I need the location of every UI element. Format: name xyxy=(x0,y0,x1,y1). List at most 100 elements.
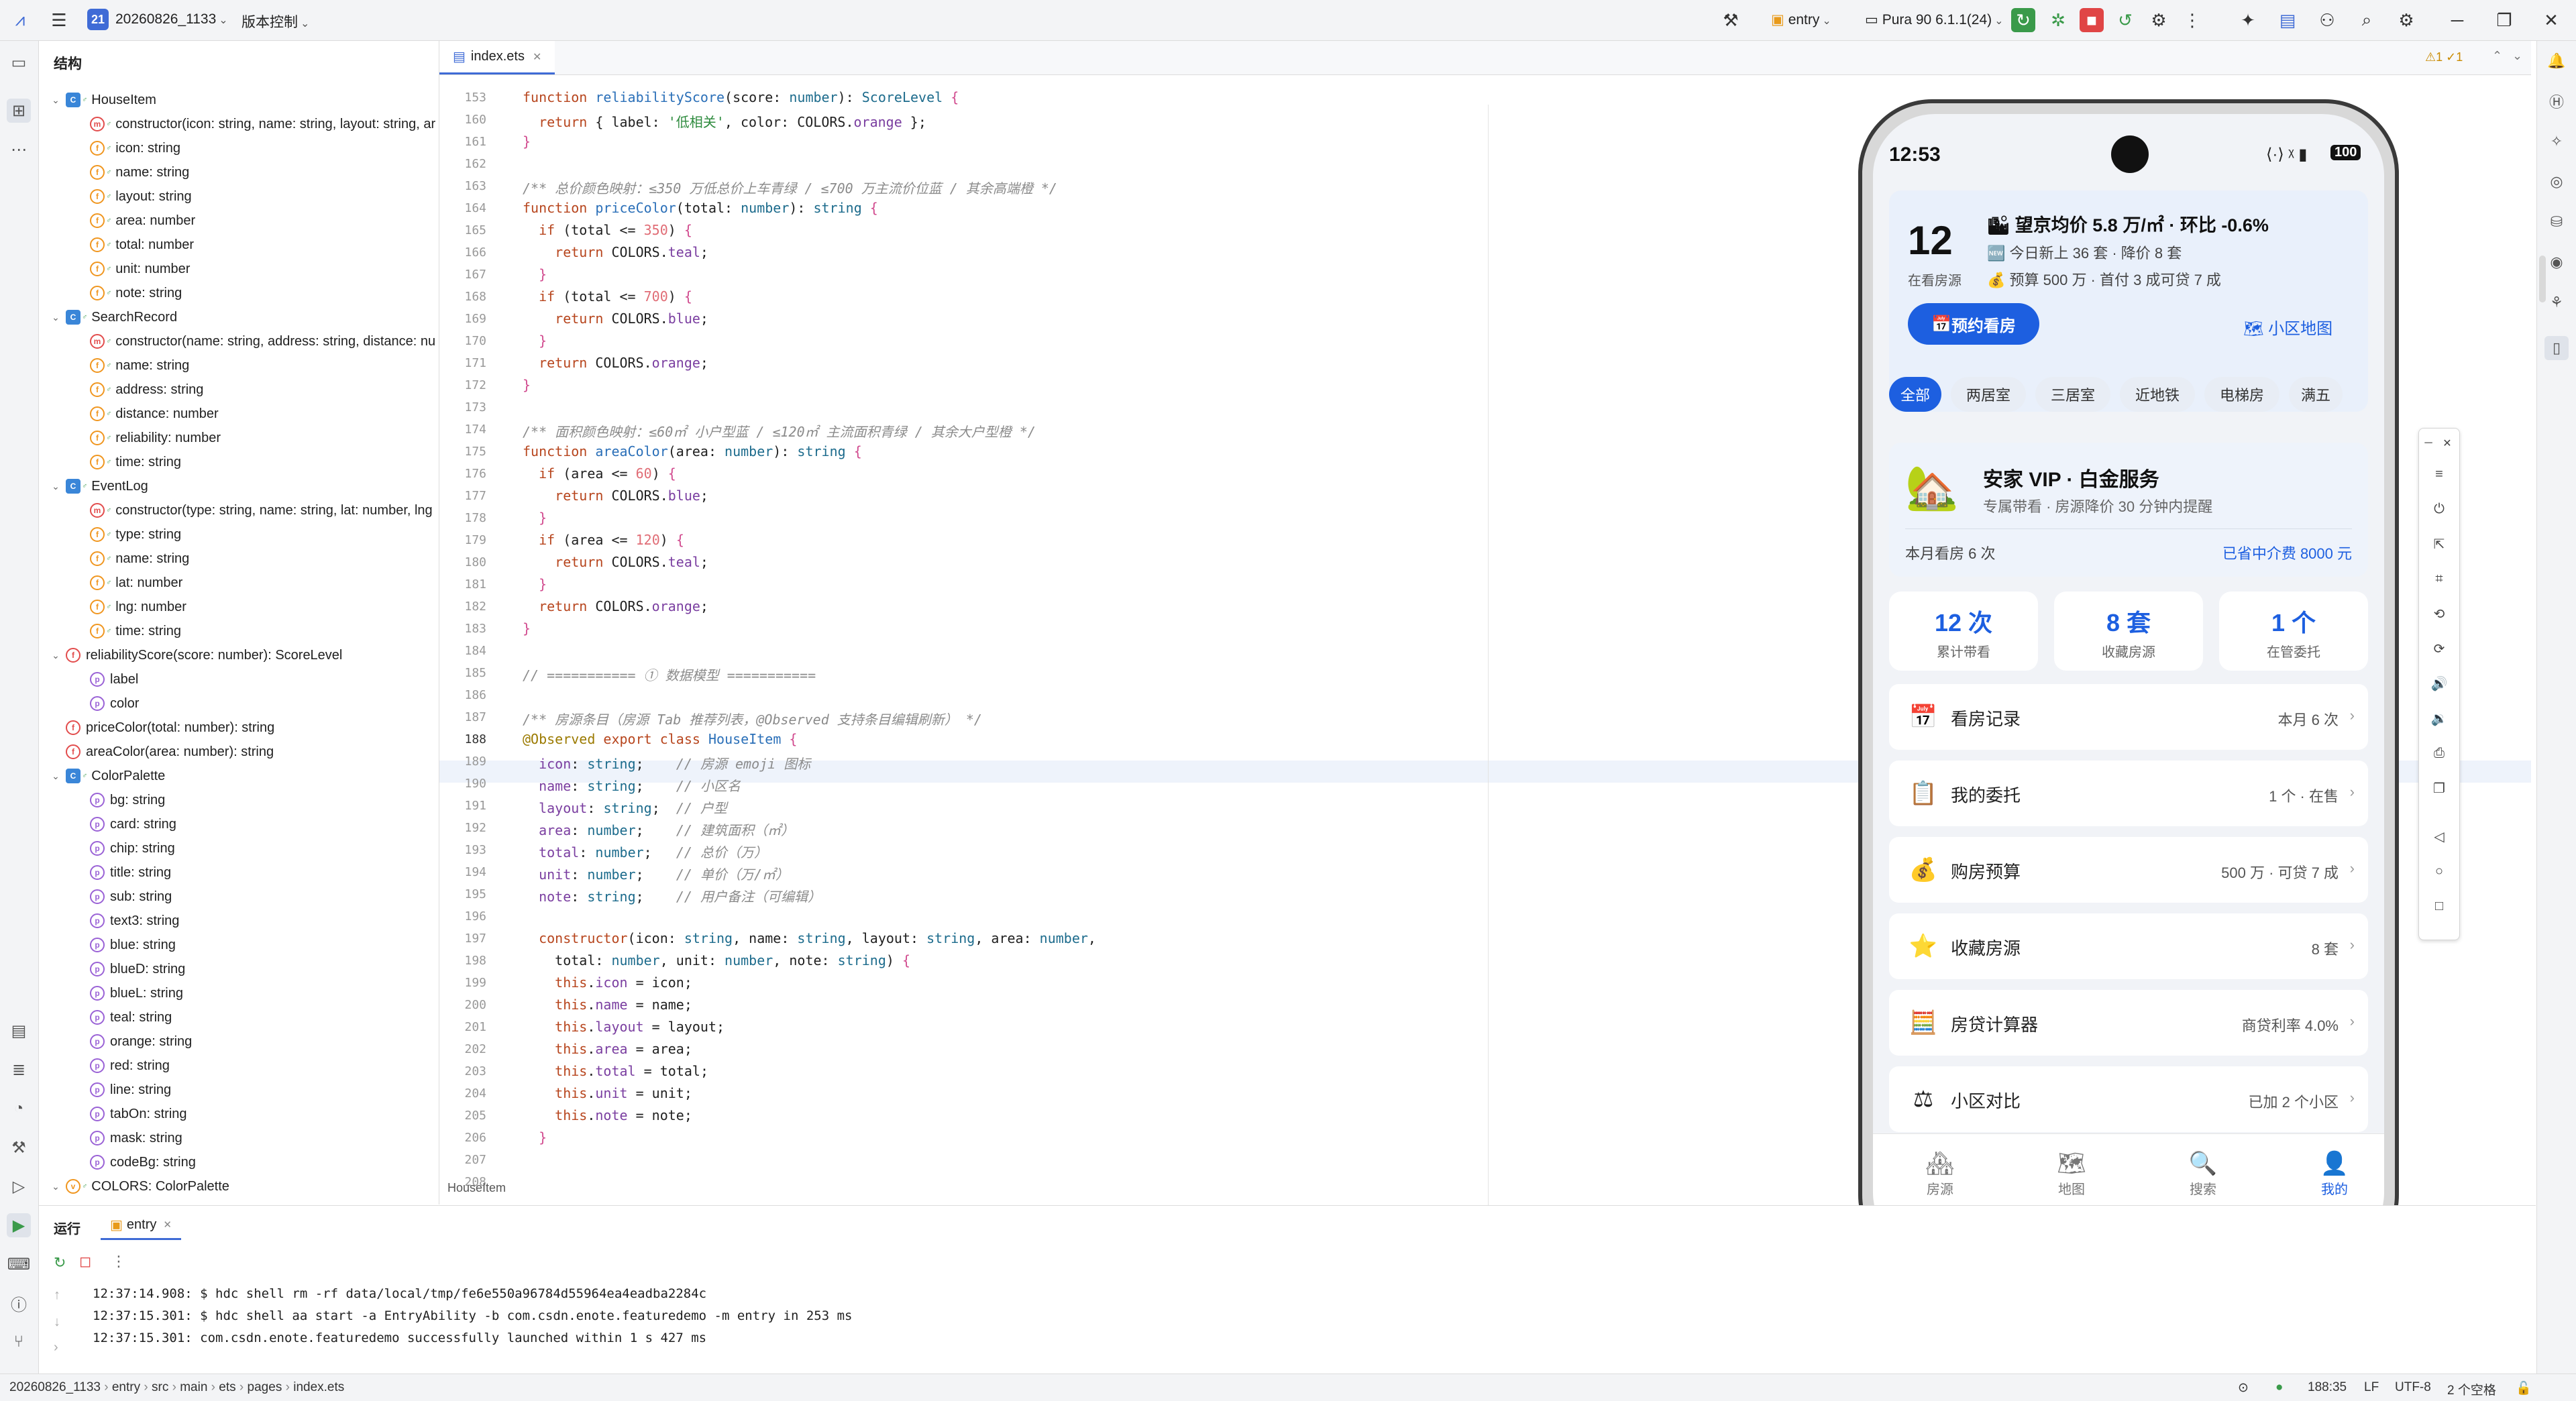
stat-card[interactable]: 1 个在管委托 xyxy=(2219,592,2368,671)
stop-run-icon[interactable]: ◻ xyxy=(79,1253,91,1270)
module-selector[interactable]: ▣ entry ⌄ xyxy=(1771,11,1831,28)
structure-item[interactable]: f ♂ time: string xyxy=(90,619,181,643)
structure-item[interactable]: m ♂ constructor(type: string, name: string… xyxy=(90,498,433,522)
filter-chip[interactable]: 满五 xyxy=(2289,377,2343,412)
structure-item[interactable]: p blue: string xyxy=(90,933,176,957)
code-line[interactable]: } xyxy=(523,510,547,526)
chevron-down-icon[interactable]: ⌄ xyxy=(2512,49,2522,63)
menu-row[interactable]: ⭐ 收藏房源 8 套 › xyxy=(1889,913,2368,979)
structure-item[interactable]: p sub: string xyxy=(90,885,172,909)
code-line[interactable]: name: string; // 小区名 xyxy=(523,775,741,795)
code-line[interactable]: } xyxy=(523,266,547,282)
restore-icon[interactable]: ❐ xyxy=(2492,8,2516,32)
code-line[interactable]: this.unit = unit; xyxy=(523,1085,692,1101)
close-icon[interactable]: ✕ xyxy=(2439,431,2455,455)
minimize-icon[interactable]: ─ xyxy=(2445,8,2469,32)
notifications-icon[interactable]: 🔔 xyxy=(2544,49,2569,73)
code-line[interactable]: if (total <= 350) { xyxy=(523,222,692,238)
breadcrumb-item[interactable]: pages xyxy=(248,1380,282,1394)
filter-chip[interactable]: 三居室 xyxy=(2035,377,2110,412)
code-line[interactable]: this.name = name; xyxy=(523,997,692,1013)
back-icon[interactable]: ◁ xyxy=(2427,824,2451,848)
code-line[interactable]: note: string; // 用户备注（可编辑） xyxy=(523,886,821,905)
line-separator[interactable]: LF xyxy=(2364,1380,2379,1395)
breadcrumb-item[interactable]: main xyxy=(180,1380,207,1394)
code-line[interactable]: /** 面积颜色映射：≤60㎡ 小户型蓝 / ≤120㎡ 主流面积青绿 / 其余… xyxy=(523,421,1036,441)
git-status-icon[interactable]: ⊙ xyxy=(2238,1380,2249,1396)
close-icon[interactable]: ✕ xyxy=(2539,8,2563,32)
scroll-up-icon[interactable]: ↑ xyxy=(54,1288,60,1303)
expand-icon[interactable]: › xyxy=(54,1340,58,1355)
structure-item[interactable]: p blueL: string xyxy=(90,981,183,1005)
rotate-alt-icon[interactable]: ⟳ xyxy=(2427,636,2451,661)
pin-icon[interactable]: ⇱ xyxy=(2427,532,2451,556)
log-icon[interactable]: ≣ xyxy=(7,1058,31,1082)
menu-row[interactable]: 📋 我的委托 1 个 · 在售 › xyxy=(1889,761,2368,826)
harmony-icon[interactable]: Ⓗ xyxy=(2544,89,2569,113)
folder-icon[interactable]: ▤ xyxy=(2275,8,2300,32)
structure-item[interactable]: f ♂ name: string xyxy=(90,353,189,378)
settings-icon[interactable]: ⚙ xyxy=(2394,8,2418,32)
code-breadcrumb[interactable]: HouseItem xyxy=(447,1181,506,1195)
structure-item[interactable]: p color xyxy=(90,691,139,716)
minimize-icon[interactable]: ─ xyxy=(2420,431,2436,455)
preview-icon[interactable]: ◉ xyxy=(2544,250,2569,274)
device-selector[interactable]: ▭ Pura 90 6.1.1(24) ⌄ xyxy=(1865,11,2004,28)
code-line[interactable]: constructor(icon: string, name: string, … xyxy=(523,930,1096,946)
volume-down-icon[interactable]: 🔉 xyxy=(2427,706,2451,730)
structure-item[interactable]: p text3: string xyxy=(90,909,179,933)
crop-icon[interactable]: ⌗ xyxy=(2427,567,2451,591)
breadcrumb-item[interactable]: 20260826_1133 xyxy=(9,1380,101,1394)
filter-chip[interactable]: 电梯房 xyxy=(2204,377,2279,412)
more-tools-icon[interactable]: ⋯ xyxy=(7,137,31,162)
structure-item[interactable]: f ♂ layout: string xyxy=(90,184,192,209)
tab-0[interactable]: 🏘 房源 xyxy=(1900,1150,1980,1198)
structure-item[interactable]: ⌄ C ♂ EventLog xyxy=(50,474,148,498)
filter-chip[interactable]: 两居室 xyxy=(1951,377,2026,412)
structure-icon[interactable]: ⊞ xyxy=(7,99,31,123)
structure-item[interactable]: f ♂ area: number xyxy=(90,209,195,233)
assistant-icon[interactable]: ✧ xyxy=(2544,129,2569,154)
code-line[interactable]: this.icon = icon; xyxy=(523,974,692,991)
structure-item[interactable]: ⌄ C ♂ HouseItem xyxy=(50,88,156,112)
close-tab-icon[interactable]: ✕ xyxy=(533,50,541,64)
home-icon[interactable]: ○ xyxy=(2427,859,2451,883)
inspection-status[interactable]: ⚠1 ✓1 xyxy=(2425,50,2463,64)
code-line[interactable]: } xyxy=(523,620,531,636)
main-menu-icon[interactable]: ☰ xyxy=(47,8,71,32)
structure-item[interactable]: f ♂ time: string xyxy=(90,450,181,474)
run-tab-entry[interactable]: ▣ entry ✕ xyxy=(101,1211,181,1240)
structure-item[interactable]: p orange: string xyxy=(90,1029,192,1054)
code-line[interactable]: this.layout = layout; xyxy=(523,1019,724,1035)
volume-up-icon[interactable]: 🔊 xyxy=(2427,671,2451,695)
profiler-tool-icon[interactable]: ◔ xyxy=(7,1097,31,1121)
inspector-icon[interactable]: ◎ xyxy=(2544,170,2569,194)
code-line[interactable]: total: number, unit: number, note: strin… xyxy=(523,952,910,968)
structure-item[interactable]: p card: string xyxy=(90,812,176,836)
structure-item[interactable]: f ♂ address: string xyxy=(90,378,203,402)
structure-item[interactable]: f ♂ distance: number xyxy=(90,402,219,426)
structure-item[interactable]: p mask: string xyxy=(90,1126,182,1150)
problems-icon[interactable]: ⓘ xyxy=(7,1291,31,1315)
scroll-down-icon[interactable]: ↓ xyxy=(54,1314,60,1330)
structure-item[interactable]: p label xyxy=(90,667,138,691)
code-line[interactable]: /** 总价颜色映射：≤350 万低总价上车青绿 / ≤700 万主流价位蓝 /… xyxy=(523,178,1057,197)
code-line[interactable]: } xyxy=(523,377,531,393)
code-line[interactable]: this.area = area; xyxy=(523,1041,692,1057)
more-icon[interactable]: ⋮ xyxy=(2180,8,2204,32)
search-icon[interactable]: ⌕ xyxy=(2355,8,2379,32)
structure-item[interactable]: m ♂ constructor(name: string, address: str… xyxy=(90,329,435,353)
recents-icon[interactable]: □ xyxy=(2427,894,2451,918)
more-icon[interactable]: ⋮ xyxy=(111,1253,126,1270)
structure-item[interactable]: m ♂ constructor(icon: string, name: string… xyxy=(90,112,435,136)
code-line[interactable]: function priceColor(total: number): stri… xyxy=(523,200,878,216)
breadcrumb-item[interactable]: index.ets xyxy=(293,1380,344,1394)
code-line[interactable]: return COLORS.blue; xyxy=(523,311,708,327)
indent-setting[interactable]: 2 个空格 xyxy=(2447,1380,2496,1398)
structure-item[interactable]: f ♂ note: string xyxy=(90,281,182,305)
tab-2[interactable]: 🔍 搜索 xyxy=(2163,1150,2243,1198)
code-line[interactable]: icon: string; // 房源 emoji 图标 xyxy=(523,753,810,773)
structure-item[interactable]: f ♂ lat: number xyxy=(90,571,182,595)
code-line[interactable]: } xyxy=(523,1129,547,1145)
tab-1[interactable]: 🗺 地图 xyxy=(2031,1150,2112,1198)
